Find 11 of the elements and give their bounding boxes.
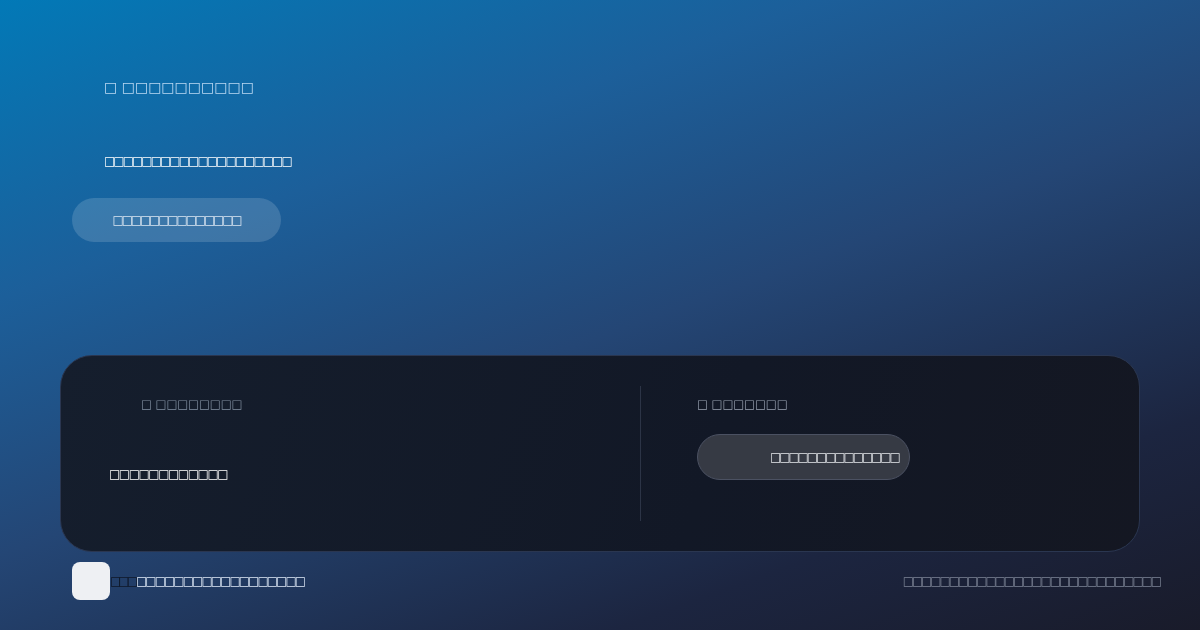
panel-label: □ □□□□□□□ — [697, 396, 788, 412]
panel-button[interactable]: □□□□□□□□□□□□□□ — [697, 434, 910, 480]
footer-caption: □□□□□□□□□□□□□□□□□□ — [136, 573, 305, 590]
footer-note: □□□□□□□□□□□□□□□□□□□□□□□□□□□□ — [902, 573, 1160, 590]
panel-value: □□□□□□□□□□□□ — [109, 466, 228, 482]
rounded-square-icon — [72, 562, 110, 600]
hero-subtitle: □□□□□□□□□□□□□□□□□□□□ — [104, 153, 291, 169]
hero-title: □ □□□□□□□□□□ — [104, 79, 254, 95]
logo-text: □□□ — [110, 573, 135, 590]
panel-label: □ □□□□□□□□ — [141, 396, 243, 412]
hero-button[interactable]: □□□□□□□□□□□□□□ — [72, 198, 281, 242]
